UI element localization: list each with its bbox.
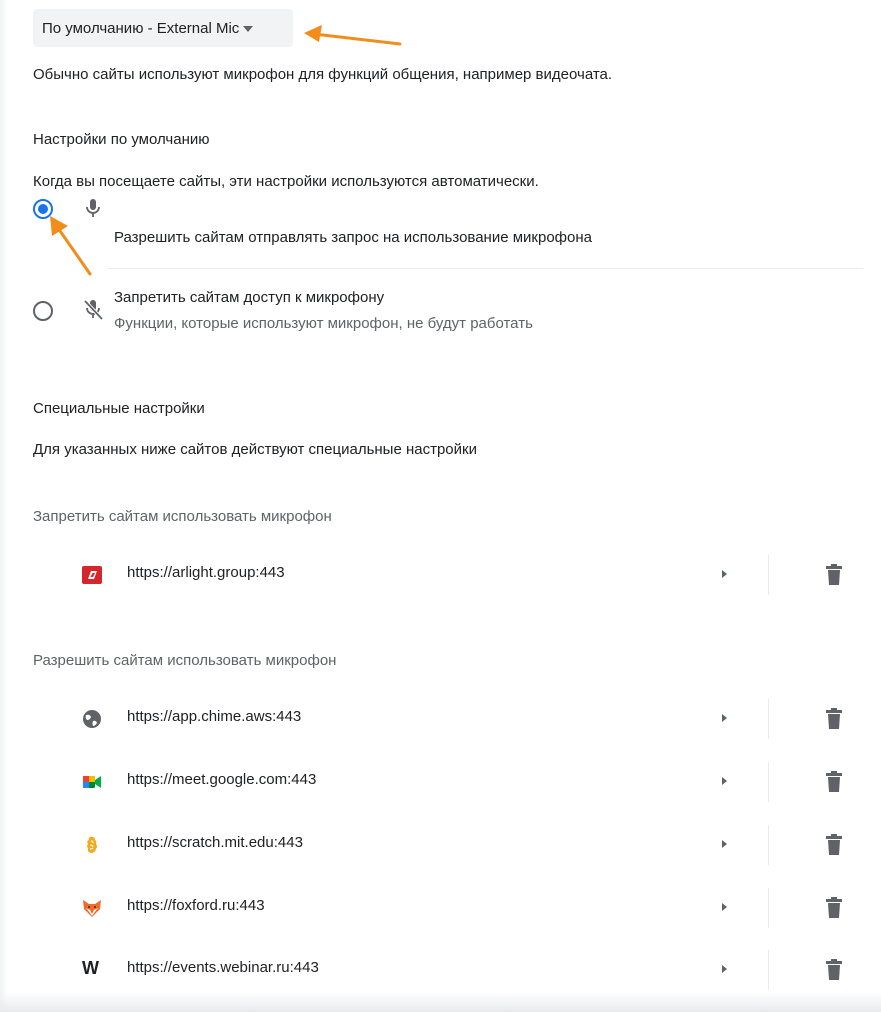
radio-block[interactable] [33, 301, 53, 321]
expand-arrow-icon[interactable] [722, 777, 727, 785]
expand-arrow-icon[interactable] [722, 714, 727, 722]
google-meet-icon [83, 776, 101, 788]
site-url: https://scratch.mit.edu:443 [127, 834, 303, 851]
site-url: https://events.webinar.ru:443 [127, 959, 319, 976]
webinar-w-icon: W [82, 958, 99, 978]
trash-icon[interactable] [825, 771, 843, 793]
row-separator [768, 950, 769, 990]
custom-settings-heading: Специальные настройки [33, 400, 205, 417]
arlight-favicon-icon [82, 566, 102, 584]
site-row-allowed-2[interactable]: https://scratch.mit.edu:443 [0, 813, 881, 877]
trash-icon[interactable] [825, 959, 843, 981]
annotation-arrow-radio-icon [50, 216, 92, 276]
mic-off-icon [83, 299, 104, 321]
custom-settings-subtitle: Для указанных ниже сайтов действуют спец… [33, 441, 477, 458]
dropdown-caret-icon [243, 26, 254, 32]
row-separator [768, 888, 769, 928]
allowed-list-heading: Разрешить сайтам использовать микрофон [33, 652, 337, 669]
scratch-icon [87, 836, 97, 853]
microphone-settings-page: По умолчанию - External Mic Обычно сайты… [0, 0, 881, 1012]
site-row-allowed-3[interactable]: https://foxford.ru:443 [0, 876, 881, 940]
globe-icon [83, 710, 101, 728]
site-row-allowed-0[interactable]: https://app.chime.aws:443 [0, 687, 881, 751]
default-settings-heading: Настройки по умолчанию [33, 131, 210, 148]
bottom-fade [0, 992, 881, 1012]
row-separator [768, 825, 769, 865]
row-separator [768, 555, 769, 595]
expand-arrow-icon[interactable] [722, 903, 727, 911]
trash-icon[interactable] [825, 897, 843, 919]
expand-arrow-icon[interactable] [722, 840, 727, 848]
foxford-icon [83, 900, 101, 917]
expand-arrow-icon[interactable] [722, 570, 727, 578]
option-allow-ask-label: Разрешить сайтам отправлять запрос на ис… [114, 229, 592, 246]
option-block-label: Запретить сайтам доступ к микрофону [114, 289, 385, 306]
site-url: https://meet.google.com:443 [127, 771, 317, 788]
option-block-sublabel: Функции, которые используют микрофон, не… [114, 315, 533, 332]
microphone-device-select[interactable]: По умолчанию - External Mic [33, 9, 293, 47]
annotation-arrow-icon [304, 25, 402, 46]
trash-icon[interactable] [825, 564, 843, 586]
blocked-list-heading: Запретить сайтам использовать микрофон [33, 508, 332, 525]
row-separator [768, 762, 769, 802]
options-divider [108, 268, 863, 269]
trash-icon[interactable] [825, 708, 843, 730]
site-url: https://app.chime.aws:443 [127, 708, 302, 725]
row-separator [768, 699, 769, 739]
site-url: https://foxford.ru:443 [127, 897, 265, 914]
site-row-allowed-1[interactable]: https://meet.google.com:443 [0, 750, 881, 814]
site-row-blocked-0[interactable]: https://arlight.group:443 [0, 543, 881, 607]
expand-arrow-icon[interactable] [722, 965, 727, 973]
section-description: Обычно сайты используют микрофон для фун… [33, 66, 613, 83]
microphone-device-select-value: По умолчанию - External Mic [42, 19, 240, 37]
trash-icon[interactable] [825, 834, 843, 856]
site-url: https://arlight.group:443 [127, 564, 285, 581]
default-settings-subtitle: Когда вы посещаете сайты, эти настройки … [33, 173, 539, 190]
